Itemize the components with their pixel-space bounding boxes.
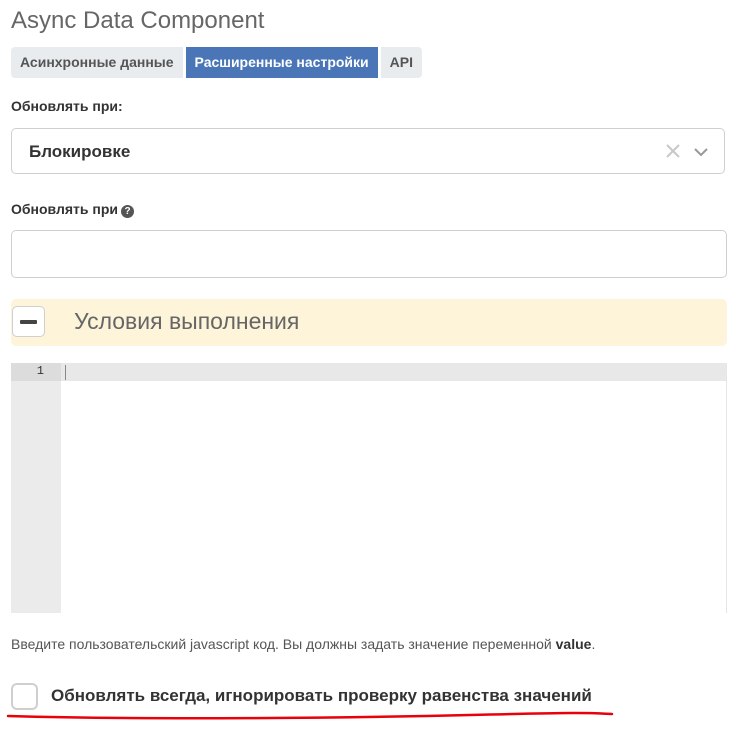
text-cursor bbox=[65, 365, 66, 380]
code-editor[interactable]: 1 bbox=[11, 363, 727, 613]
page-title: Async Data Component bbox=[11, 7, 265, 34]
line-number: 1 bbox=[36, 364, 44, 378]
hint-suffix: . bbox=[591, 636, 596, 652]
update-on-select[interactable]: Блокировке bbox=[11, 128, 725, 174]
update-on-label: Обновлять при: bbox=[11, 98, 123, 114]
hint-text: Введите пользовательский javascript код.… bbox=[11, 636, 556, 652]
tab-api[interactable]: API bbox=[380, 47, 422, 78]
question-circle-icon[interactable]: ? bbox=[121, 205, 134, 218]
tab-advanced-settings[interactable]: Расширенные настройки bbox=[185, 47, 378, 78]
update-on-input-label-text: Обновлять при bbox=[11, 201, 118, 217]
close-icon[interactable] bbox=[664, 142, 682, 160]
conditions-panel-header: Условия выполнения bbox=[11, 299, 727, 346]
minus-icon bbox=[20, 320, 37, 324]
hint-variable: value bbox=[555, 636, 592, 652]
update-on-selected-value: Блокировке bbox=[29, 142, 131, 161]
editor-hint: Введите пользовательский javascript код.… bbox=[11, 636, 595, 652]
collapse-button[interactable] bbox=[12, 306, 45, 337]
update-on-input-label: Обновлять при? bbox=[11, 201, 134, 218]
editor-gutter bbox=[11, 363, 61, 613]
editor-active-line bbox=[11, 363, 726, 381]
chevron-down-icon[interactable] bbox=[693, 144, 709, 160]
conditions-panel-title: Условия выполнения bbox=[74, 308, 300, 334]
update-on-input[interactable] bbox=[11, 230, 727, 278]
tab-async-data[interactable]: Асинхронные данные bbox=[11, 47, 183, 78]
tabs-bar: Асинхронные данные Расширенные настройки… bbox=[11, 47, 422, 78]
red-underline-annotation bbox=[6, 711, 614, 720]
